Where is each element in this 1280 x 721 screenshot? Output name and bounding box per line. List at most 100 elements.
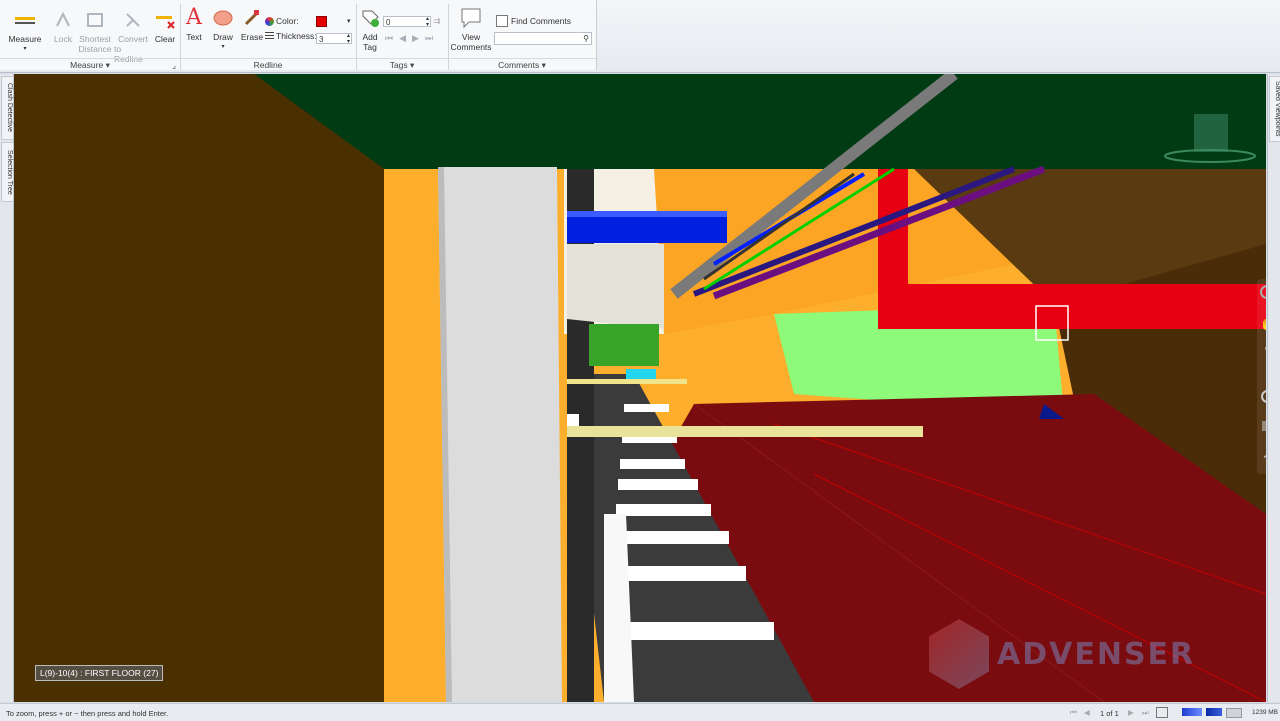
ruler-icon (13, 8, 37, 32)
logo-mark-icon (929, 619, 989, 689)
shortest-distance-icon (83, 8, 107, 32)
measure-group-title: Measure (70, 60, 104, 70)
thickness-value: 3 (319, 35, 324, 44)
convert-label: Convert (118, 34, 148, 44)
scene-viewport[interactable]: L(9)-10(4) : FIRST FLOOR (27) ADVENSER ✋… (14, 74, 1266, 702)
color-label: Color: (276, 16, 299, 26)
spinner-arrows-icon[interactable]: ▴ ▾ (347, 33, 350, 45)
tag-navigation: ⏮ ◀ ▶ ⏭ (385, 33, 433, 44)
clear-label: Clear (154, 34, 176, 44)
add-label: Add (362, 32, 378, 42)
tag-label: Tag (363, 42, 377, 52)
location-label: L(9)-10(4) : FIRST FLOOR (27) (35, 665, 164, 681)
next-tag-icon[interactable]: ▶ (412, 33, 419, 44)
distance-label: Distance (78, 44, 112, 54)
chevron-down-icon: ▾ (541, 60, 546, 70)
watermark: ADVENSER (929, 619, 1195, 689)
thickness-spinner[interactable]: 3 ▴ ▾ (316, 33, 352, 45)
pan-hand-icon[interactable]: ✋ (1260, 317, 1266, 331)
next-page-icon[interactable]: ▶ (1128, 708, 1134, 717)
erase-button[interactable]: Erase (240, 6, 264, 42)
find-comments-label: Find Comments (511, 16, 571, 26)
dialog-launcher-icon[interactable]: ⌟ (172, 60, 176, 71)
select-arrow-icon[interactable]: ➚ (1260, 447, 1266, 461)
tags-group-label[interactable]: Tags ▾ (356, 58, 448, 72)
first-tag-icon[interactable]: ⏮ (385, 33, 393, 44)
eraser-icon (240, 6, 264, 30)
comments-label: Comments (450, 42, 492, 52)
previous-tag-icon[interactable]: ◀ (399, 33, 406, 44)
text-a-icon: A (186, 5, 202, 30)
page-indicator: 1 of 1 (1100, 709, 1119, 718)
color-row: Color: (265, 16, 299, 26)
steering-wheel-icon[interactable] (1260, 285, 1266, 299)
saved-viewpoints-tab[interactable]: Saved Viewpoints (1269, 76, 1280, 142)
scene-render (14, 74, 1266, 702)
tag-number-value: 0 (386, 18, 391, 27)
tag-goto-icon[interactable]: ⇉ (433, 16, 441, 27)
palette-icon (265, 16, 274, 26)
tag-number-spinner[interactable]: 0 ▴ ▾ (383, 16, 431, 28)
find-comments-button[interactable]: Find Comments (496, 15, 571, 27)
chevron-down-icon: ▾ (410, 60, 415, 70)
text-label: Text (186, 32, 202, 42)
view-comments-button[interactable]: View Comments (450, 6, 492, 52)
binoculars-icon[interactable]: ⚲ (583, 33, 589, 44)
draw-button[interactable]: Draw ▾ (210, 6, 236, 52)
quick-find-input[interactable]: ⚲ (494, 32, 592, 45)
watermark-text: ADVENSER (997, 636, 1196, 672)
spinner-arrows-icon[interactable]: ▴ ▾ (426, 16, 429, 28)
draw-label: Draw (213, 32, 233, 42)
right-dock-panel: Saved Viewpoints (1267, 74, 1280, 702)
last-tag-icon[interactable]: ⏭ (425, 33, 433, 44)
clash-detective-tab[interactable]: Clash Detective (1, 76, 14, 140)
look-around-icon[interactable] (1260, 419, 1266, 433)
status-hint: To zoom, press + or − then press and hol… (6, 709, 169, 718)
add-tag-button[interactable]: Add Tag (358, 6, 382, 52)
shortest-label: Shortest (79, 34, 111, 44)
color-swatch (316, 15, 327, 27)
measure-button[interactable]: Measure ▾ (8, 8, 42, 54)
left-dock-panel: Clash Detective Selection Tree (0, 74, 14, 702)
tags-group-title: Tags (389, 60, 408, 70)
lock-label: Lock (54, 34, 72, 44)
disk-progress-bar (1206, 708, 1222, 716)
view-label: View (461, 32, 481, 42)
thickness-row: Thickness: (265, 31, 317, 41)
chevron-down-icon: ▾ (347, 18, 351, 25)
thickness-label: Thickness: (276, 31, 317, 41)
ribbon: Measure ▾ Lock Shortest Distance Convert… (0, 0, 1280, 73)
redline-group-label: Redline (180, 58, 356, 72)
find-comments-icon (496, 15, 508, 27)
measure-group-label[interactable]: Measure ▾ ⌟ (0, 58, 180, 72)
memory-usage: 1239 MB (1252, 709, 1279, 716)
convert-icon (121, 8, 145, 32)
ribbon-panel-review: Measure ▾ Lock Shortest Distance Convert… (0, 0, 597, 70)
status-bar: To zoom, press + or − then press and hol… (0, 703, 1280, 721)
color-picker[interactable]: ▾ (316, 14, 352, 28)
selection-tree-tab[interactable]: Selection Tree (1, 142, 14, 202)
text-redline-button[interactable]: A Text (182, 5, 206, 43)
last-page-icon[interactable]: ⏭ (1142, 708, 1149, 718)
shortest-distance-button[interactable]: Shortest Distance (78, 8, 112, 54)
chevron-down-icon: ▾ (105, 60, 110, 70)
draw-cloud-icon (211, 6, 235, 30)
measure-label: Measure (8, 34, 42, 44)
tag-add-icon (358, 6, 382, 30)
pencil-progress-bar (1182, 708, 1202, 716)
comments-group-title: Comments (498, 60, 540, 70)
zoom-icon[interactable] (1260, 341, 1266, 355)
clear-button[interactable]: Clear (153, 8, 177, 44)
previous-page-icon[interactable]: ◀ (1084, 708, 1090, 717)
web-server-bar (1226, 708, 1242, 718)
lock-axis-icon (51, 8, 75, 32)
comments-group-label[interactable]: Comments ▾ (448, 58, 596, 72)
orbit-icon[interactable] (1260, 389, 1266, 403)
comment-bubble-icon (459, 6, 483, 30)
sheet-browser-icon[interactable] (1156, 707, 1168, 718)
lock-button[interactable]: Lock (50, 8, 76, 44)
convert-to-redline-button[interactable]: Convert to Redline (114, 8, 152, 64)
chevron-down-icon: ▾ (23, 46, 27, 52)
navigation-bar: ✋ ➚ (1257, 279, 1266, 474)
first-page-icon[interactable]: ⏮ (1070, 708, 1077, 718)
